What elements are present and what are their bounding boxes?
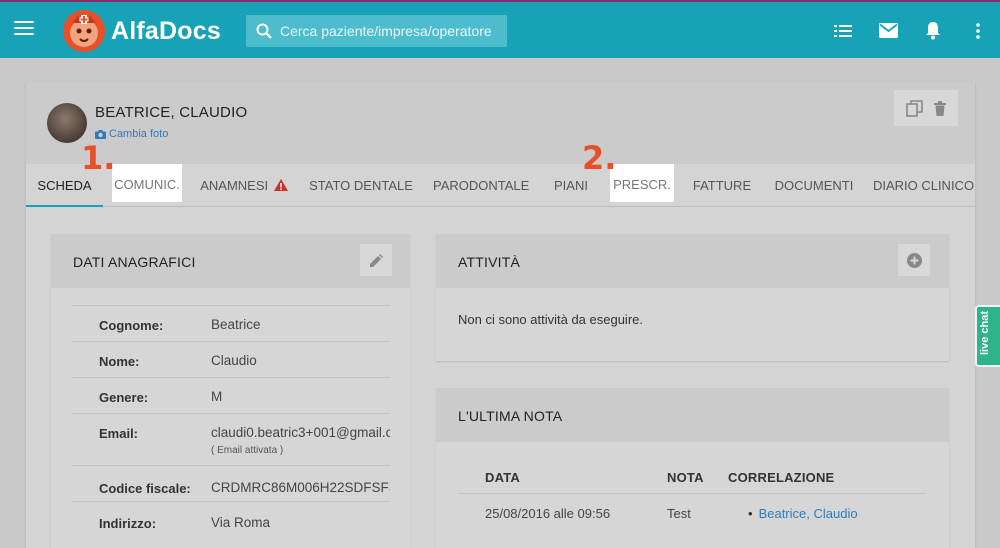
mail-icon[interactable] [879,23,898,38]
copy-icon[interactable] [905,99,923,117]
patient-name: BEATRICE, CLAUDIO [95,104,248,121]
field-label: Codice fiscale: [99,481,191,496]
field-value: CRDMRC86M006H22SDFSFS [211,480,390,495]
field-value: Via Roma [211,515,271,530]
camera-icon [95,129,106,139]
step-1-annotation: 1. [81,139,116,177]
avatar[interactable] [47,103,87,143]
search-box[interactable] [246,15,507,47]
tab-bar: SCHEDA COMUNIC. ANAMNESI STATO DENTALE P… [26,164,975,207]
search-input[interactable] [280,23,500,39]
bell-icon[interactable] [925,21,941,40]
add-circle-icon [906,252,922,268]
menu-icon[interactable] [14,21,34,37]
tab-fatture[interactable]: FATTURE [688,164,756,207]
no-activities-message: Non ci sono attività da eseguire. [458,312,643,327]
field-value: M [211,389,223,404]
top-bar: AlfaDocs [0,0,1000,58]
column-header-nota: NOTA [667,470,704,485]
step-2-annotation: 2. [582,139,617,177]
field-label: Cognome: [99,318,164,333]
anagrafica-header: DATI ANAGRAFICI [51,234,410,288]
list-icon[interactable] [834,24,852,38]
note-correlation-item: • Beatrice, Claudio [748,506,858,521]
column-header-correlazione: CORRELAZIONE [728,470,835,485]
field-row-email: Email: claudi0.beatric3+001@gmail.com ( … [72,413,390,465]
warning-icon [273,179,288,191]
note-date: 25/08/2016 alle 09:56 [485,506,611,521]
ultima-nota-header: L'ULTIMA NOTA [436,388,949,442]
field-row-codice-fiscale: Codice fiscale: CRDMRC86M006H22SDFSFS [72,465,390,501]
column-header-data: DATA [485,470,520,485]
ultima-nota-panel: L'ULTIMA NOTA DATA NOTA CORRELAZIONE 25/… [436,388,949,548]
live-chat-label: live chat [979,310,991,356]
field-label: Indirizzo: [99,516,157,531]
tab-anamnesi-label: ANAMNESI [200,178,269,193]
field-value: Claudio [211,353,257,368]
correlation-link[interactable]: Beatrice, Claudio [759,506,858,521]
attivita-title: ATTIVITÀ [458,254,521,270]
header-actions [894,90,958,126]
app-name: AlfaDocs [111,16,221,45]
field-label: Email: [99,426,139,441]
search-icon [256,23,272,39]
field-row-cognome: Cognome: Beatrice [72,305,390,341]
logo-icon [63,10,105,52]
tab-comunic[interactable]: COMUNIC. [112,164,182,202]
tab-parodontale[interactable]: PARODONTALE [433,164,529,207]
app-logo[interactable]: AlfaDocs [62,9,221,53]
patient-header: BEATRICE, CLAUDIO Cambia foto [26,82,975,164]
table-divider [458,493,926,494]
add-activity-button[interactable] [898,244,930,276]
tab-documenti[interactable]: DOCUMENTI [771,164,857,207]
field-value: Beatrice [211,317,261,332]
field-row-genere: Genere: M [72,377,390,413]
field-row-indirizzo: Indirizzo: Via Roma [72,501,390,537]
field-label: Nome: [99,354,140,369]
change-photo-label: Cambia foto [109,128,169,140]
pencil-icon [369,253,383,267]
live-chat-button[interactable]: live chat [975,305,1000,367]
bullet-icon: • [748,506,753,521]
tab-stato-dentale[interactable]: STATO DENTALE [308,164,414,207]
more-vertical-icon[interactable] [976,23,980,39]
tab-anamnesi[interactable]: ANAMNESI [198,164,290,207]
field-value: claudi0.beatric3+001@gmail.com [211,425,390,440]
email-status: ( Email attivata ) [211,445,284,456]
tab-diario-clinico[interactable]: DIARIO CLINICO [872,164,975,207]
field-label: Genere: [99,390,149,405]
attivita-header: ATTIVITÀ [436,234,949,288]
edit-button[interactable] [360,244,392,276]
tab-prescr[interactable]: PRESCR. [610,164,674,202]
attivita-panel: ATTIVITÀ Non ci sono attività da eseguir… [436,234,949,361]
anagrafica-panel: DATI ANAGRAFICI Cognome: Beatrice Nome: … [51,234,410,548]
trash-icon[interactable] [934,100,947,116]
patient-card: BEATRICE, CLAUDIO Cambia foto SCHEDA COM… [26,82,975,548]
field-row-nome: Nome: Claudio [72,341,390,377]
anagrafica-title: DATI ANAGRAFICI [73,254,196,270]
ultima-nota-title: L'ULTIMA NOTA [458,408,563,424]
note-text: Test [667,506,691,521]
